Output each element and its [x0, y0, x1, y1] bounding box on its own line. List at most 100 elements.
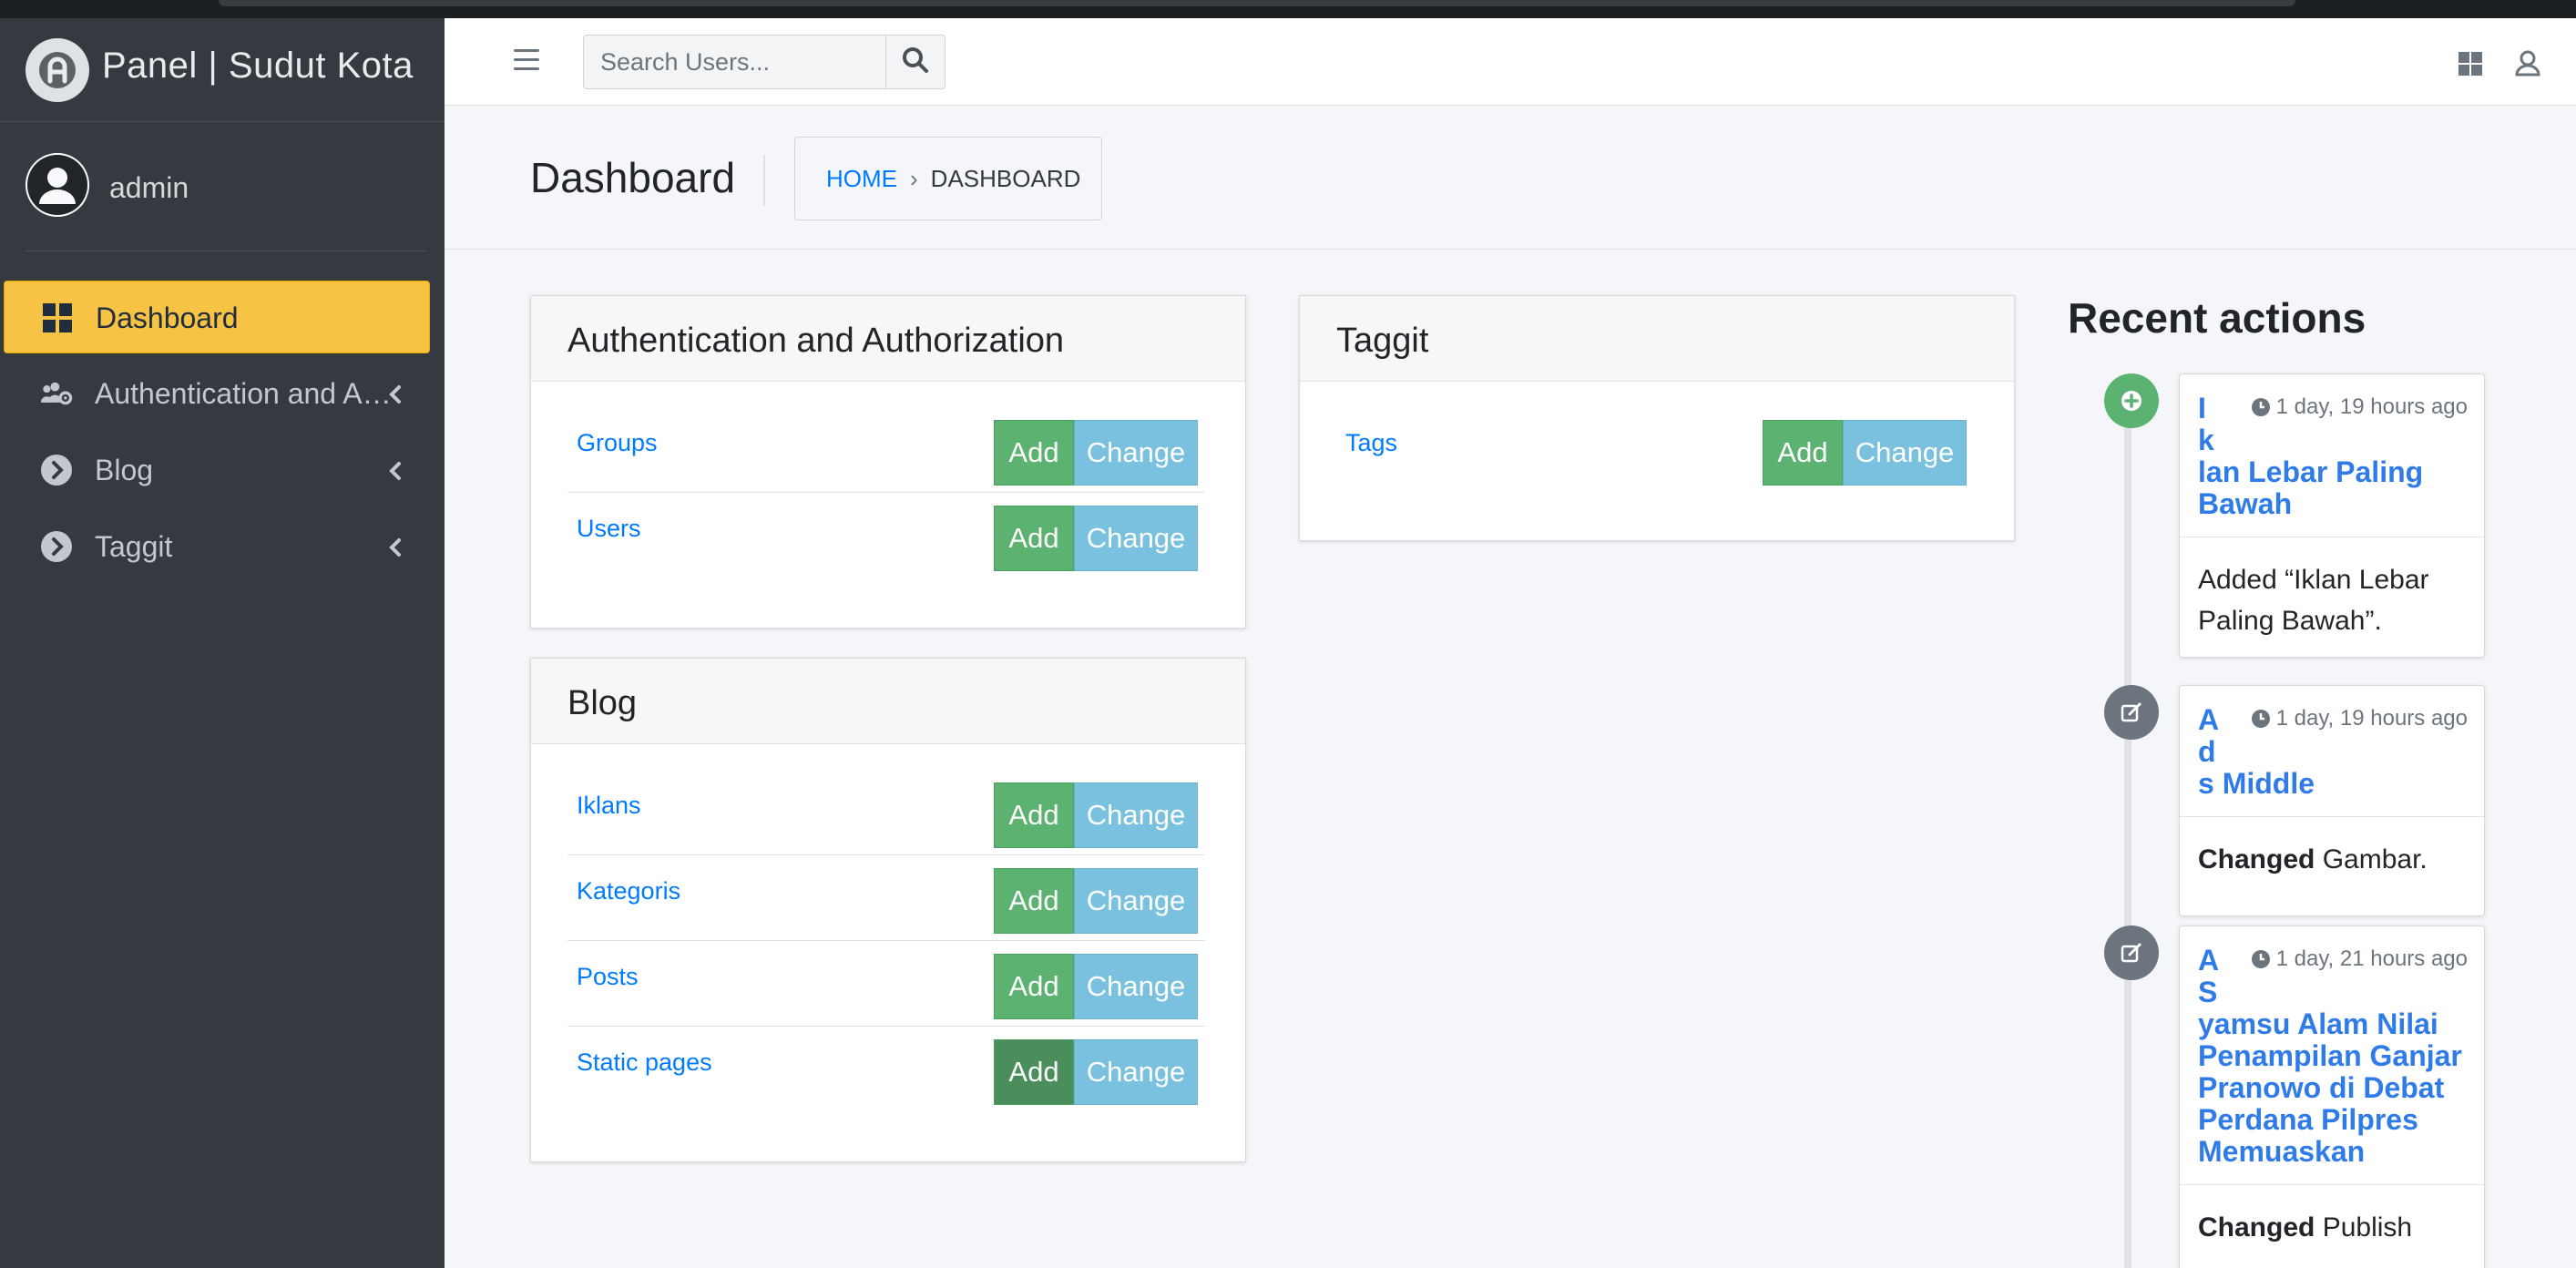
- model-row-tags: Tags Add Change: [1336, 407, 1974, 493]
- model-actions: Add Change: [994, 954, 1198, 1019]
- model-row-users: Users Add Change: [567, 493, 1205, 578]
- page-title: Dashboard: [530, 154, 736, 201]
- model-row-groups: Groups Add Change: [567, 407, 1205, 493]
- browser-chrome-strip: [0, 0, 2576, 18]
- clock-icon: [2251, 398, 2270, 416]
- model-link-users[interactable]: Users: [577, 515, 641, 543]
- add-button[interactable]: Add: [994, 954, 1074, 1019]
- recent-action-header: 1 day, 19 hours ago I k lan Lebar Paling…: [2180, 374, 2484, 537]
- sidebar-item-label: Blog: [95, 454, 154, 486]
- model-link-posts[interactable]: Posts: [577, 963, 639, 991]
- add-button[interactable]: Add: [1763, 420, 1843, 486]
- model-actions: Add Change: [994, 1039, 1198, 1105]
- chevron-circle-right-icon: [40, 530, 73, 563]
- apps-grid-icon[interactable]: [2458, 51, 2483, 77]
- change-button[interactable]: Change: [1074, 954, 1198, 1019]
- model-link-tags[interactable]: Tags: [1345, 429, 1397, 457]
- recent-action-time: 1 day, 21 hours ago: [2251, 946, 2468, 972]
- recent-action-verb: Changed: [2198, 1212, 2315, 1242]
- recent-action-item: 1 day, 19 hours ago I k lan Lebar Paling…: [2179, 373, 2485, 658]
- brand-logo-icon: [26, 38, 89, 102]
- add-button[interactable]: Add: [994, 782, 1074, 848]
- recent-action-header: 1 day, 19 hours ago A d s Middle: [2180, 686, 2484, 817]
- model-actions: Add Change: [994, 506, 1198, 571]
- breadcrumb-current: DASHBOARD: [930, 164, 1081, 192]
- clock-icon: [2251, 950, 2270, 968]
- search-input[interactable]: [583, 35, 889, 89]
- main-content: Dashboard HOME › DASHBOARD Authenticatio…: [445, 18, 2576, 1268]
- change-button[interactable]: Change: [1074, 782, 1198, 848]
- top-navbar: [445, 18, 2576, 106]
- chevron-left-icon: [383, 534, 408, 559]
- user-menu-icon[interactable]: [2514, 49, 2541, 77]
- sidebar-item-authentication[interactable]: Authentication and A…: [4, 357, 430, 430]
- brand-link[interactable]: Panel | Sudut Kota: [0, 18, 445, 122]
- clock-icon: [2251, 710, 2270, 728]
- model-link-groups[interactable]: Groups: [577, 429, 658, 457]
- recent-action-object-link[interactable]: A S yamsu Alam Nilai Penampilan Ganjar P…: [2198, 945, 2469, 1168]
- model-actions: Add Change: [1763, 420, 1967, 486]
- recent-action-time: 1 day, 19 hours ago: [2251, 706, 2468, 731]
- app-card-blog: Blog Iklans Add Change Kategoris Add Cha…: [530, 658, 1246, 1162]
- add-button[interactable]: Add: [994, 420, 1074, 486]
- model-row-posts: Posts Add Change: [567, 941, 1205, 1027]
- recent-action-time-text: 1 day, 21 hours ago: [2275, 946, 2468, 971]
- recent-action-message: Changed Publish: [2180, 1185, 2484, 1266]
- chevron-left-icon: [383, 457, 408, 483]
- sidebar-item-dashboard[interactable]: Dashboard: [4, 281, 430, 353]
- recent-action-time-text: 1 day, 19 hours ago: [2275, 706, 2468, 731]
- breadcrumb-home-link[interactable]: HOME: [826, 165, 897, 193]
- recent-action-time: 1 day, 19 hours ago: [2251, 394, 2468, 420]
- add-button[interactable]: Add: [994, 1039, 1074, 1105]
- menu-toggle-icon[interactable]: [514, 49, 539, 73]
- edit-action-icon: [2104, 925, 2159, 980]
- breadcrumb: HOME › DASHBOARD: [794, 137, 1102, 220]
- recent-action-time-text: 1 day, 19 hours ago: [2275, 394, 2468, 419]
- add-button[interactable]: Add: [994, 868, 1074, 934]
- chevron-circle-right-icon: [40, 454, 73, 486]
- sidebar-item-blog[interactable]: Blog: [4, 434, 430, 506]
- app-window: Panel | Sudut Kota admin Dashboard Authe…: [0, 0, 2576, 1268]
- add-button[interactable]: Add: [994, 506, 1074, 571]
- recent-action-message: Added “Iklan Lebar Paling Bawah”.: [2198, 565, 2429, 636]
- change-button[interactable]: Change: [1074, 868, 1198, 934]
- edit-action-icon: [2104, 685, 2159, 740]
- chevron-left-icon: [383, 381, 408, 406]
- add-action-icon: [2104, 373, 2159, 428]
- model-row-iklans: Iklans Add Change: [567, 770, 1205, 855]
- recent-action-detail: Gambar.: [2322, 844, 2428, 874]
- user-panel[interactable]: admin: [26, 124, 426, 251]
- model-link-iklans[interactable]: Iklans: [577, 792, 641, 820]
- recent-action-header: 1 day, 21 hours ago A S yamsu Alam Nilai…: [2180, 926, 2484, 1185]
- title-divider: [763, 155, 765, 206]
- users-cog-icon: [40, 377, 73, 410]
- timeline-line: [2124, 401, 2131, 1268]
- sidebar: Panel | Sudut Kota admin Dashboard Authe…: [0, 18, 445, 1268]
- search-button[interactable]: [885, 35, 946, 89]
- model-actions: Add Change: [994, 782, 1198, 848]
- model-link-static-pages[interactable]: Static pages: [577, 1048, 712, 1077]
- model-link-kategoris[interactable]: Kategoris: [577, 877, 680, 905]
- recent-action-item: 1 day, 21 hours ago A S yamsu Alam Nilai…: [2179, 925, 2485, 1268]
- change-button[interactable]: Change: [1074, 420, 1198, 486]
- recent-action-message: Changed Gambar.: [2180, 817, 2484, 898]
- app-card-title: Blog: [531, 659, 1245, 744]
- brand-text: Panel | Sudut Kota: [102, 46, 414, 86]
- recent-action-detail: Publish: [2322, 1212, 2413, 1242]
- user-name: admin: [109, 171, 189, 204]
- change-button[interactable]: Change: [1074, 506, 1198, 571]
- breadcrumb-separator: ›: [910, 164, 918, 192]
- sidebar-item-label: Taggit: [95, 530, 173, 563]
- user-avatar-icon: [26, 153, 89, 217]
- sidebar-item-taggit[interactable]: Taggit: [4, 510, 430, 583]
- model-actions: Add Change: [994, 868, 1198, 934]
- change-button[interactable]: Change: [1074, 1039, 1198, 1105]
- content-header: Dashboard HOME › DASHBOARD: [445, 106, 2576, 250]
- app-card-title: Taggit: [1300, 296, 2014, 382]
- sidebar-item-label: Authentication and A…: [95, 377, 392, 410]
- model-row-static-pages: Static pages Add Change: [567, 1027, 1205, 1112]
- app-card-auth: Authentication and Authorization Groups …: [530, 295, 1246, 629]
- app-card-taggit: Taggit Tags Add Change: [1299, 295, 2015, 541]
- recent-actions-title: Recent actions: [2068, 294, 2366, 342]
- change-button[interactable]: Change: [1843, 420, 1967, 486]
